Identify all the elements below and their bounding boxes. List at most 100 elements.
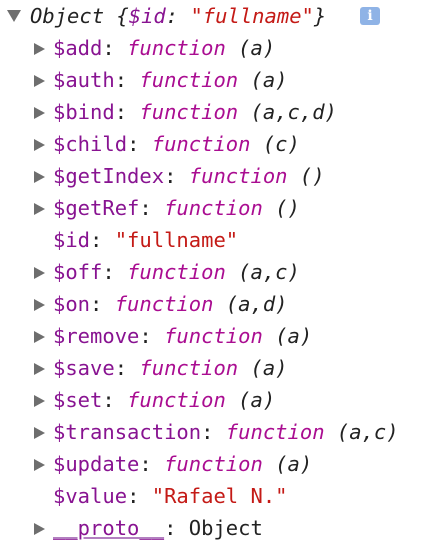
close-brace: } (313, 4, 327, 28)
function-keyword: function (164, 196, 263, 220)
property-separator: : (164, 164, 189, 188)
function-args: (a,c,d) (250, 100, 337, 124)
property-separator: : (102, 36, 128, 60)
open-brace: { (116, 4, 129, 28)
property-key: $save (53, 356, 115, 380)
property-row[interactable]: $off: function (a,c) (0, 256, 428, 288)
collapsed-triangle-icon[interactable] (34, 523, 45, 535)
property-row[interactable]: $save: function (a) (0, 352, 428, 384)
property-key: $id (53, 228, 91, 252)
function-args: (a,c) (336, 420, 399, 444)
preview-value: "fullname" (190, 4, 314, 28)
collapsed-triangle-icon[interactable] (34, 267, 45, 279)
property-separator: : (139, 324, 165, 348)
property-key: $add (53, 36, 103, 60)
function-keyword: function (139, 356, 239, 380)
proto-key: __proto__ (53, 516, 165, 540)
property-row[interactable]: $auth: function (a) (0, 64, 428, 96)
property-key: $on (53, 292, 91, 316)
property-key: $child (53, 132, 128, 156)
property-key: $bind (53, 100, 115, 124)
property-row[interactable]: $add: function (a) (0, 32, 428, 64)
object-inspector: Object {$id: "fullname"} i $add: functio… (0, 0, 428, 544)
property-row[interactable]: $set: function (a) (0, 384, 428, 416)
property-key: $set (53, 388, 103, 412)
collapsed-triangle-icon[interactable] (34, 363, 45, 375)
preview-separator: : (165, 4, 191, 28)
object-type-label: Object (30, 4, 105, 28)
property-key: $update (53, 452, 140, 476)
property-separator: : (139, 452, 165, 476)
property-separator: : (102, 260, 128, 284)
function-args: (a) (250, 68, 288, 92)
function-keyword: function (151, 132, 251, 156)
function-args: (a) (238, 36, 276, 60)
property-row[interactable]: $remove: function (a) (0, 320, 428, 352)
function-args: (a,d) (225, 292, 288, 316)
collapsed-triangle-icon[interactable] (34, 139, 45, 151)
property-row[interactable]: $getRef: function () (0, 192, 428, 224)
collapsed-triangle-icon[interactable] (34, 331, 45, 343)
property-list: $add: function (a) $auth: function (a) $bi… (0, 32, 428, 512)
property-row[interactable]: $getIndex: function () (0, 160, 428, 192)
collapsed-triangle-icon[interactable] (34, 299, 45, 311)
property-row[interactable]: $on: function (a,d) (0, 288, 428, 320)
string-value: "Rafael N." (151, 484, 288, 508)
function-args: (a) (275, 324, 313, 348)
property-key: $value (53, 484, 128, 508)
property-row[interactable]: $bind: function (a,c,d) (0, 96, 428, 128)
property-key: $auth (53, 68, 115, 92)
object-header-row[interactable]: Object {$id: "fullname"} i (0, 0, 428, 32)
function-keyword: function (114, 292, 214, 316)
proto-value: Object (188, 516, 263, 540)
function-args: (a) (238, 388, 276, 412)
property-separator: : (114, 356, 140, 380)
function-keyword: function (164, 452, 263, 476)
property-separator: : (90, 292, 115, 316)
property-row[interactable]: $value: "Rafael N." (0, 480, 428, 512)
property-separator: : (201, 420, 226, 444)
preview-key: $id (128, 4, 166, 28)
string-value: "fullname" (114, 228, 239, 252)
property-separator: : (114, 100, 140, 124)
proto-separator: : (164, 516, 189, 540)
function-keyword: function (225, 420, 325, 444)
collapsed-triangle-icon[interactable] (34, 427, 45, 439)
function-args: (a) (250, 356, 288, 380)
function-args: (a) (275, 452, 313, 476)
collapsed-triangle-icon[interactable] (34, 75, 45, 87)
collapsed-triangle-icon[interactable] (34, 107, 45, 119)
function-args: () (275, 196, 300, 220)
info-icon[interactable]: i (360, 7, 380, 25)
proto-row[interactable]: __proto__: Object (0, 512, 428, 544)
property-row[interactable]: $child: function (c) (0, 128, 428, 160)
property-row[interactable]: $update: function (a) (0, 448, 428, 480)
expanded-triangle-icon[interactable] (7, 10, 21, 22)
collapsed-triangle-icon[interactable] (34, 459, 45, 471)
collapsed-triangle-icon[interactable] (34, 43, 45, 55)
property-key: $getRef (53, 196, 140, 220)
function-keyword: function (164, 324, 263, 348)
collapsed-triangle-icon[interactable] (34, 395, 45, 407)
function-args: () (299, 164, 325, 188)
property-key: $remove (53, 324, 140, 348)
function-keyword: function (188, 164, 288, 188)
property-row[interactable]: $transaction: function (a,c) (0, 416, 428, 448)
property-key: $transaction (53, 420, 202, 444)
property-key: $getIndex (53, 164, 165, 188)
property-row[interactable]: $id: "fullname" (0, 224, 428, 256)
collapsed-triangle-icon[interactable] (34, 203, 45, 215)
function-keyword: function (127, 36, 226, 60)
function-keyword: function (139, 100, 239, 124)
property-separator: : (127, 484, 152, 508)
function-args: (a,c) (238, 260, 300, 284)
property-separator: : (90, 228, 115, 252)
function-keyword: function (139, 68, 239, 92)
property-separator: : (127, 132, 152, 156)
function-keyword: function (127, 388, 226, 412)
property-separator: : (102, 388, 128, 412)
property-separator: : (114, 68, 140, 92)
function-keyword: function (127, 260, 226, 284)
property-separator: : (139, 196, 165, 220)
collapsed-triangle-icon[interactable] (34, 171, 45, 183)
